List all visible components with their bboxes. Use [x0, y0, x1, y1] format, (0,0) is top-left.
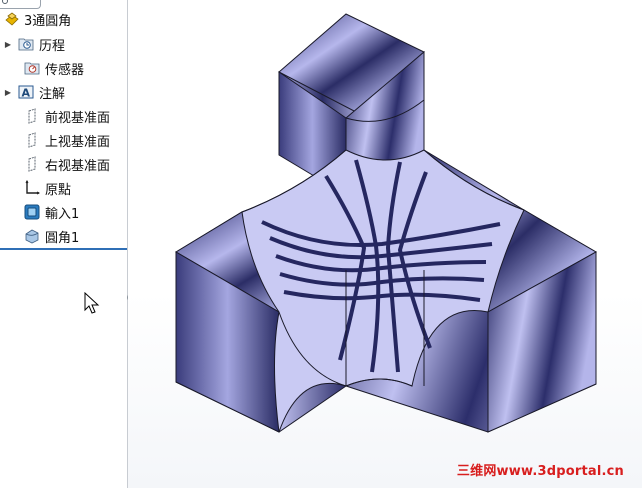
tree-item-label: 圓角1	[45, 230, 80, 246]
imported-body-icon	[24, 204, 40, 220]
tree-item-top-plane[interactable]: 上视基准面	[0, 129, 127, 151]
tree-item-label: 历程	[39, 38, 66, 54]
watermark-text: 三维网www.3dportal.cn	[456, 464, 624, 479]
tree-item-label: 右视基准面	[45, 158, 111, 174]
plane-icon	[24, 132, 40, 148]
mouse-cursor-icon	[84, 292, 100, 314]
tree-item-history[interactable]: ▶ 历程	[0, 33, 127, 55]
fillet-icon	[24, 228, 40, 244]
tree-item-front-plane[interactable]: 前视基准面	[0, 105, 127, 127]
expand-arrow-icon[interactable]: ▶	[4, 40, 12, 49]
feature-manager-tree: 3通圓角 ▶ 历程 传感器 ▶ A 注解 前视基准面 上视基准面 右视基准面 原…	[0, 0, 128, 488]
tree-item-sensors[interactable]: 传感器	[0, 57, 127, 79]
tree-item-right-plane[interactable]: 右视基准面	[0, 153, 127, 175]
tree-item-label: 原點	[45, 182, 72, 198]
part-icon	[4, 11, 20, 27]
tree-root-label: 3通圓角	[24, 13, 72, 29]
model-3way-fillet	[175, 13, 598, 433]
origin-icon	[24, 179, 41, 196]
tree-item-imported1[interactable]: 輸入1	[0, 201, 127, 223]
rollback-bar[interactable]	[0, 248, 127, 250]
plane-icon	[24, 156, 40, 172]
graphics-viewport[interactable]: 三维网www.3dportal.cn	[128, 0, 642, 488]
tree-item-label: 上视基准面	[45, 134, 111, 150]
tree-root-part[interactable]: 3通圓角	[0, 8, 127, 30]
sensor-icon	[24, 60, 40, 76]
search-icon	[2, 0, 8, 4]
svg-text:A: A	[22, 87, 31, 100]
tree-item-label: 传感器	[45, 62, 85, 78]
tree-item-label: 前视基准面	[45, 110, 111, 126]
annotation-icon: A	[18, 84, 34, 100]
tree-item-annotations[interactable]: ▶ A 注解	[0, 81, 127, 103]
plane-icon	[24, 108, 40, 124]
history-icon	[18, 36, 34, 52]
tree-item-origin[interactable]: 原點	[0, 177, 127, 199]
tree-item-fillet1[interactable]: 圓角1	[0, 225, 127, 247]
tree-item-label: 注解	[39, 86, 66, 102]
expand-arrow-icon[interactable]: ▶	[4, 88, 12, 97]
tree-item-label: 輸入1	[45, 206, 80, 222]
